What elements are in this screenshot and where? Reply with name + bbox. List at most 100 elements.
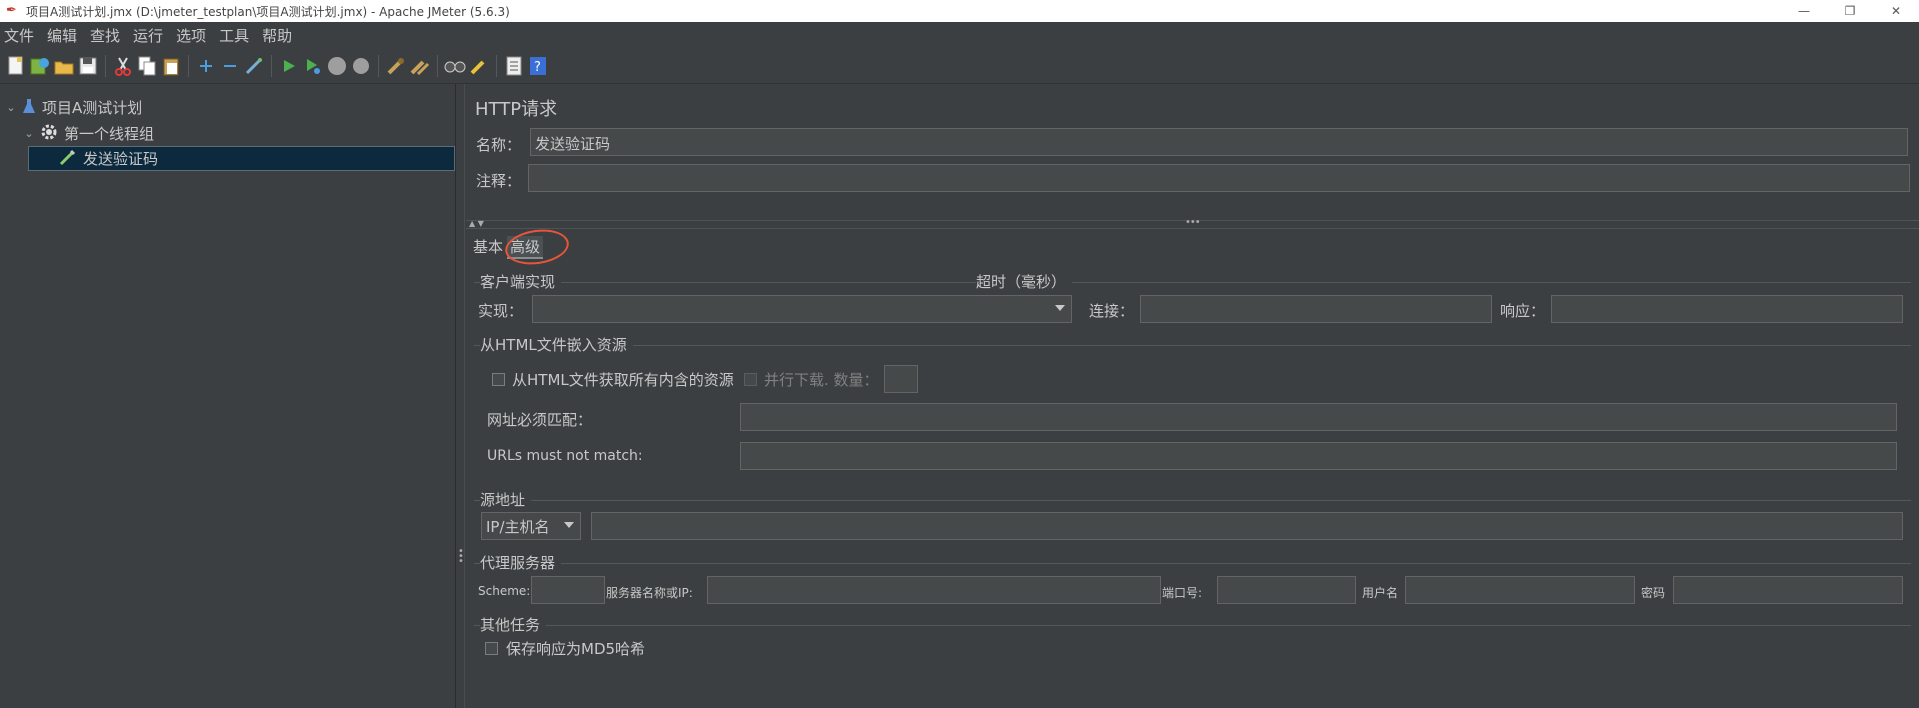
chevron-down-icon	[564, 522, 574, 528]
toggle-icon[interactable]	[242, 54, 265, 78]
toolbar-separator	[437, 54, 438, 77]
chevron-down-icon	[1055, 305, 1065, 311]
splitter-grip: •••	[458, 546, 464, 567]
tree-node-test-plan[interactable]: ⌄ 项目A测试计划	[4, 95, 142, 120]
menu-search[interactable]: 查找	[86, 25, 128, 46]
impl-select[interactable]	[532, 295, 1072, 323]
group-border	[474, 625, 1911, 626]
parallel-count-field[interactable]	[884, 365, 918, 393]
tree-node-label: 第一个线程组	[64, 125, 155, 143]
reset-search-icon[interactable]	[467, 54, 490, 78]
window-titlebar: ✒ 项目A测试计划.jmx (D:\jmeter_testplan\项目A测试计…	[0, 0, 1919, 22]
response-label: 响应：	[1500, 302, 1546, 320]
server-field[interactable]	[707, 576, 1161, 604]
help-icon[interactable]: ?	[526, 54, 549, 78]
connect-label: 连接：	[1089, 302, 1135, 320]
retrieve-embedded-label: 从HTML文件获取所有内含的资源	[512, 371, 734, 389]
cut-icon[interactable]	[111, 54, 134, 78]
toolbar: ?	[0, 48, 1919, 84]
toolbar-separator	[188, 54, 189, 77]
password-label: 密码	[1641, 586, 1666, 600]
tab-basic[interactable]: 基本	[470, 236, 506, 257]
clear-icon[interactable]	[384, 54, 407, 78]
stop-icon[interactable]	[325, 54, 348, 78]
proxy-group-title: 代理服务器	[480, 552, 562, 573]
svg-text:?: ?	[534, 60, 541, 75]
minimize-button[interactable]: —	[1781, 0, 1827, 22]
menu-tools[interactable]: 工具	[215, 25, 257, 46]
source-type-select[interactable]: IP/主机名	[481, 512, 581, 540]
port-field[interactable]	[1217, 576, 1356, 604]
password-field[interactable]	[1673, 576, 1903, 604]
start-no-pause-icon[interactable]	[301, 54, 324, 78]
server-label: 服务器名称或IP:	[606, 586, 693, 600]
response-timeout-field[interactable]	[1551, 295, 1903, 323]
http-request-panel: HTTP请求 名称： 发送验证码 注释： ▲ ▼ ••• 基本 高级 客户端实现…	[466, 84, 1919, 708]
embedded-group-title: 从HTML文件嵌入资源	[480, 334, 633, 355]
toolbar-separator	[378, 54, 379, 77]
menu-help[interactable]: 帮助	[258, 25, 300, 46]
must-not-match-label: URLs must not match:	[487, 448, 643, 464]
templates-icon[interactable]	[28, 54, 51, 78]
group-border	[474, 345, 1911, 346]
menu-edit[interactable]: 编辑	[43, 25, 85, 46]
toolbar-separator	[271, 54, 272, 77]
open-icon[interactable]	[52, 54, 75, 78]
expand-icon[interactable]	[194, 54, 217, 78]
retrieve-embedded-checkbox[interactable]	[492, 373, 505, 386]
tree-node-thread-group[interactable]: ⌄ 第一个线程组	[22, 121, 154, 146]
username-field[interactable]	[1405, 576, 1635, 604]
connect-timeout-field[interactable]	[1140, 295, 1492, 323]
paste-icon[interactable]	[159, 54, 182, 78]
source-address-field[interactable]	[591, 512, 1903, 540]
md5-checkbox[interactable]	[485, 642, 498, 655]
splitter-arrows-icon[interactable]: ▲ ▼	[469, 219, 484, 228]
vertical-splitter[interactable]: • • •	[455, 84, 465, 708]
tree-node-label: 发送验证码	[83, 150, 159, 168]
copy-icon[interactable]	[135, 54, 158, 78]
function-helper-icon[interactable]	[502, 54, 525, 78]
jmeter-feather-icon: ✒	[6, 3, 17, 18]
group-border	[474, 500, 1911, 501]
parallel-download-checkbox[interactable]	[744, 373, 757, 386]
clear-all-icon[interactable]	[408, 54, 431, 78]
menu-bar: 文件 编辑 查找 运行 选项 工具 帮助	[0, 22, 1919, 48]
chevron-down-icon[interactable]: ⌄	[4, 101, 18, 114]
flask-icon	[22, 98, 36, 118]
menu-file[interactable]: 文件	[0, 25, 42, 46]
scheme-field[interactable]	[531, 576, 605, 604]
toolbar-separator	[105, 54, 106, 77]
port-label: 端口号:	[1162, 586, 1203, 600]
group-border	[474, 563, 1911, 564]
chevron-down-icon[interactable]: ⌄	[22, 127, 36, 140]
collapse-icon[interactable]	[218, 54, 241, 78]
close-button[interactable]: ✕	[1873, 0, 1919, 22]
test-plan-tree: ⌄ 项目A测试计划 ⌄ 第一个线程组 发送验证码	[0, 84, 455, 708]
toolbar-separator	[496, 54, 497, 77]
splitter-grip: •••	[1185, 217, 1201, 228]
name-field[interactable]: 发送验证码	[530, 128, 1908, 156]
save-icon[interactable]	[76, 54, 99, 78]
must-match-field[interactable]	[740, 403, 1897, 431]
scheme-label: Scheme:	[478, 584, 531, 598]
menu-options[interactable]: 选项	[172, 25, 214, 46]
start-icon[interactable]	[277, 54, 300, 78]
shutdown-icon[interactable]	[349, 54, 372, 78]
client-group-title: 客户端实现	[480, 271, 562, 292]
username-label: 用户名	[1362, 586, 1399, 600]
horizontal-splitter[interactable]: ▲ ▼ •••	[466, 217, 1919, 229]
window-title: 项目A测试计划.jmx (D:\jmeter_testplan\项目A测试计划.…	[26, 4, 510, 19]
tree-node-sampler[interactable]: 发送验证码	[28, 146, 455, 171]
parallel-download-label: 并行下载. 数量：	[764, 371, 879, 389]
tree-node-label: 项目A测试计划	[42, 99, 143, 117]
search-icon[interactable]	[443, 54, 466, 78]
timeout-group-title: 超时（毫秒）	[976, 271, 1073, 292]
new-icon[interactable]	[4, 54, 27, 78]
comment-field[interactable]	[528, 164, 1910, 192]
source-type-value: IP/主机名	[486, 517, 550, 536]
menu-run[interactable]: 运行	[129, 25, 171, 46]
must-not-match-field[interactable]	[740, 442, 1897, 470]
other-group-title: 其他任务	[480, 614, 547, 635]
pipette-icon	[59, 148, 77, 170]
maximize-button[interactable]: ❐	[1827, 0, 1873, 22]
